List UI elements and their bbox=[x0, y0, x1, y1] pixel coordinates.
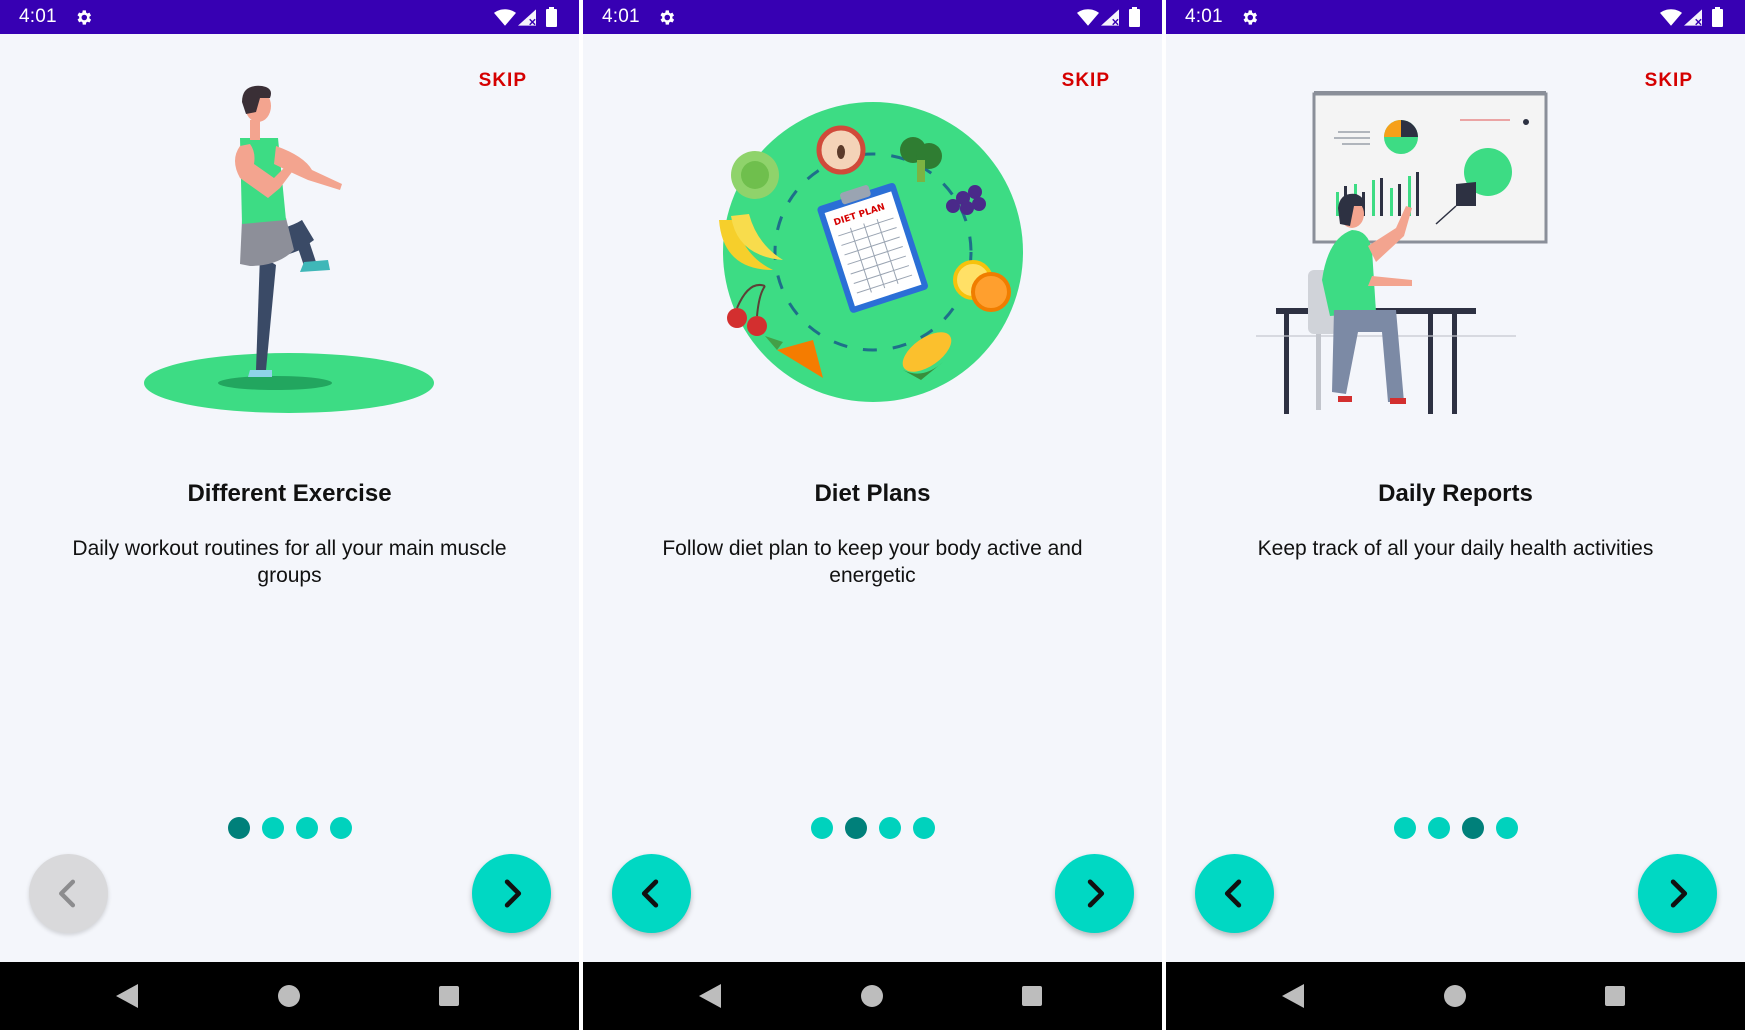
page-dot bbox=[1495, 817, 1518, 839]
battery-icon bbox=[1712, 7, 1723, 27]
wifi-icon bbox=[1660, 9, 1682, 26]
recents-square-icon[interactable] bbox=[1604, 985, 1626, 1007]
page-title: Different Exercise bbox=[187, 480, 392, 507]
status-bar: 4:01 bbox=[583, 0, 1162, 34]
page-dot-active bbox=[227, 817, 250, 839]
status-time: 4:01 bbox=[19, 6, 57, 27]
page-dot bbox=[1427, 817, 1450, 839]
signal-icon bbox=[1101, 9, 1119, 26]
page-dot bbox=[1393, 817, 1416, 839]
chevron-right-icon bbox=[504, 879, 522, 908]
settings-icon bbox=[1243, 10, 1258, 25]
exercise-illustration bbox=[144, 85, 434, 413]
home-circle-icon[interactable] bbox=[278, 985, 300, 1007]
previous-button[interactable] bbox=[1195, 854, 1274, 933]
battery-icon bbox=[546, 7, 557, 27]
page-dot-active bbox=[844, 817, 867, 839]
home-circle-icon[interactable] bbox=[861, 985, 883, 1007]
page-dot bbox=[329, 817, 352, 839]
settings-icon bbox=[660, 10, 675, 25]
back-triangle-icon[interactable] bbox=[699, 984, 721, 1008]
daily-reports-illustration bbox=[1256, 91, 1548, 414]
page-dot bbox=[295, 817, 318, 839]
status-bar: 4:01 bbox=[1166, 0, 1745, 34]
system-navigation-bar bbox=[583, 962, 1162, 1030]
page-dot bbox=[810, 817, 833, 839]
back-triangle-icon[interactable] bbox=[1282, 984, 1304, 1008]
page-title: Daily Reports bbox=[1378, 480, 1533, 507]
page-dot bbox=[912, 817, 935, 839]
onboarding-screen-exercise: 4:01 SKIP Different Exercise Daily worko… bbox=[0, 0, 579, 1030]
previous-button[interactable] bbox=[612, 854, 691, 933]
system-navigation-bar bbox=[0, 962, 579, 1030]
signal-icon bbox=[518, 9, 536, 26]
system-navigation-bar bbox=[1166, 962, 1745, 1030]
back-triangle-icon[interactable] bbox=[116, 984, 138, 1008]
status-time: 4:01 bbox=[602, 6, 640, 27]
onboarding-screen-diet: 4:01 SKIP DIET PLAN Diet Plans Follow di… bbox=[583, 0, 1162, 1030]
next-button[interactable] bbox=[1638, 854, 1717, 933]
page-indicator bbox=[583, 817, 1162, 839]
wifi-icon bbox=[494, 9, 516, 26]
status-time: 4:01 bbox=[1185, 6, 1223, 27]
diet-plan-illustration: DIET PLAN bbox=[719, 102, 1023, 402]
home-circle-icon[interactable] bbox=[1444, 985, 1466, 1007]
chevron-left-icon bbox=[641, 879, 659, 908]
onboarding-screen-reports: 4:01 SKIP Daily Reports Keep track of al… bbox=[1166, 0, 1745, 1030]
page-dot bbox=[261, 817, 284, 839]
settings-icon bbox=[77, 10, 92, 25]
chevron-right-icon bbox=[1087, 879, 1105, 908]
signal-icon bbox=[1684, 9, 1702, 26]
previous-button[interactable] bbox=[29, 854, 108, 933]
page-description: Follow diet plan to keep your body activ… bbox=[662, 537, 1083, 587]
chevron-left-icon bbox=[1224, 879, 1242, 908]
page-indicator bbox=[1166, 817, 1745, 839]
wifi-icon bbox=[1077, 9, 1099, 26]
chevron-right-icon bbox=[1670, 879, 1688, 908]
page-dot bbox=[878, 817, 901, 839]
page-title: Diet Plans bbox=[814, 480, 931, 507]
chevron-left-icon bbox=[59, 879, 76, 908]
status-bar: 4:01 bbox=[0, 0, 579, 34]
next-button[interactable] bbox=[1055, 854, 1134, 933]
next-button[interactable] bbox=[472, 854, 551, 933]
recents-square-icon[interactable] bbox=[438, 985, 460, 1007]
page-indicator bbox=[0, 817, 579, 839]
recents-square-icon[interactable] bbox=[1021, 985, 1043, 1007]
page-dot-active bbox=[1461, 817, 1484, 839]
onboarding-screens-row: 4:01 SKIP Different Exercise Daily worko… bbox=[0, 0, 1746, 1030]
battery-icon bbox=[1129, 7, 1140, 27]
page-description: Daily workout routines for all your main… bbox=[72, 537, 507, 587]
page-description: Keep track of all your daily health acti… bbox=[1257, 537, 1654, 560]
